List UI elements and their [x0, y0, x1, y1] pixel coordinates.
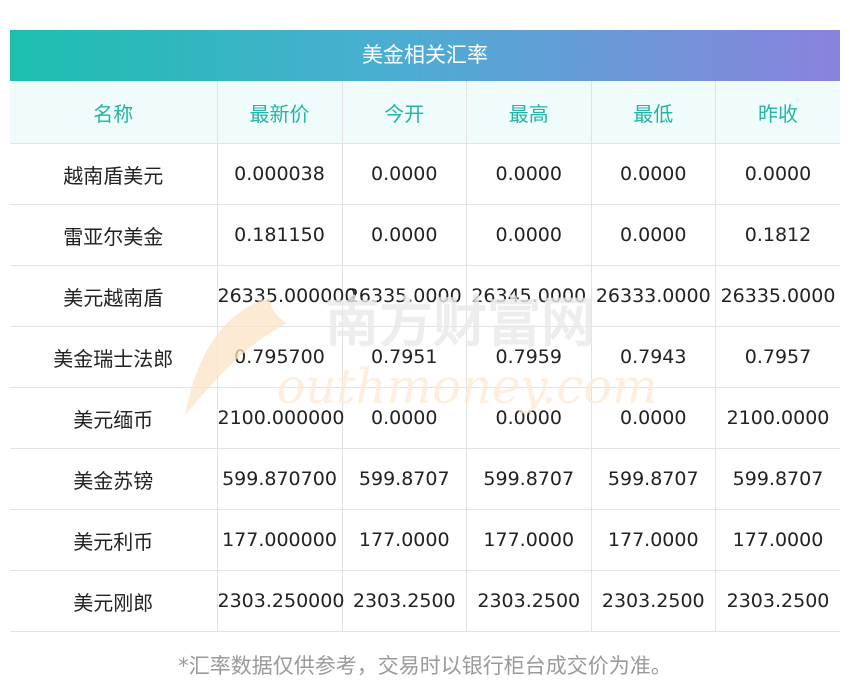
table-row: 美金苏镑 599.870700 599.8707 599.8707 599.87… [10, 448, 840, 510]
row-open-price: 0.0000 [342, 387, 467, 449]
exchange-rate-panel: 美金相关汇率 名称 最新价 今开 最高 最低 昨收 越南盾美元 0.000038… [10, 30, 840, 632]
row-prev-close: 0.7957 [715, 326, 840, 388]
row-latest-price: 0.795700 [217, 326, 343, 388]
column-header-open: 今开 [342, 81, 467, 144]
column-header-latest: 最新价 [217, 81, 343, 144]
row-high-price: 177.0000 [466, 509, 592, 571]
exchange-rate-table: 名称 最新价 今开 最高 最低 昨收 越南盾美元 0.000038 0.0000… [10, 81, 840, 632]
row-latest-price: 0.181150 [217, 204, 343, 266]
row-low-price: 2303.2500 [591, 570, 716, 632]
row-prev-close: 2303.2500 [715, 570, 840, 632]
row-latest-price: 177.000000 [217, 509, 343, 571]
row-low-price: 0.0000 [591, 387, 716, 449]
row-latest-price: 2303.250000 [217, 570, 344, 632]
row-prev-close: 0.1812 [715, 204, 840, 266]
row-prev-close: 0.0000 [715, 143, 840, 205]
row-low-price: 0.0000 [591, 143, 716, 205]
row-open-price: 0.7951 [342, 326, 467, 388]
row-prev-close: 2100.0000 [715, 387, 840, 449]
row-low-price: 0.0000 [591, 204, 716, 266]
panel-title: 美金相关汇率 [10, 30, 840, 81]
table-row: 雷亚尔美金 0.181150 0.0000 0.0000 0.0000 0.18… [10, 204, 840, 266]
row-high-price: 0.0000 [466, 387, 592, 449]
table-row: 越南盾美元 0.000038 0.0000 0.0000 0.0000 0.00… [10, 143, 840, 205]
row-low-price: 599.8707 [591, 448, 716, 510]
row-prev-close: 26335.0000 [715, 265, 840, 327]
row-prev-close: 599.8707 [715, 448, 840, 510]
row-open-price: 599.8707 [342, 448, 467, 510]
row-high-price: 2303.2500 [466, 570, 592, 632]
row-high-price: 0.0000 [466, 143, 592, 205]
row-open-price: 26335.0000 [342, 265, 467, 327]
row-open-price: 0.0000 [342, 204, 467, 266]
row-currency-name: 美元刚郎 [10, 570, 218, 632]
column-header-prev-close: 昨收 [715, 81, 840, 144]
table-row: 美元缅币 2100.000000 0.0000 0.0000 0.0000 21… [10, 387, 840, 449]
row-latest-price: 599.870700 [217, 448, 343, 510]
row-high-price: 26345.0000 [466, 265, 592, 327]
disclaimer-note: *汇率数据仅供参考，交易时以银行柜台成交价为准。 [178, 654, 672, 678]
row-currency-name: 雷亚尔美金 [10, 204, 218, 266]
table-row: 美元刚郎 2303.250000 2303.2500 2303.2500 230… [10, 570, 840, 632]
table-row: 美元利币 177.000000 177.0000 177.0000 177.00… [10, 509, 840, 571]
row-prev-close: 177.0000 [715, 509, 840, 571]
row-open-price: 2303.2500 [342, 570, 467, 632]
row-high-price: 599.8707 [466, 448, 592, 510]
row-currency-name: 美元越南盾 [10, 265, 218, 327]
row-latest-price: 26335.000000 [217, 265, 357, 327]
row-currency-name: 越南盾美元 [10, 143, 218, 205]
row-high-price: 0.7959 [466, 326, 592, 388]
row-currency-name: 美元缅币 [10, 387, 218, 449]
table-header-row: 名称 最新价 今开 最高 最低 昨收 [10, 81, 840, 144]
row-currency-name: 美金苏镑 [10, 448, 218, 510]
row-open-price: 0.0000 [342, 143, 467, 205]
row-low-price: 0.7943 [591, 326, 716, 388]
row-currency-name: 美元利币 [10, 509, 218, 571]
row-low-price: 26333.0000 [591, 265, 716, 327]
table-row: 美金瑞士法郎 0.795700 0.7951 0.7959 0.7943 0.7… [10, 326, 840, 388]
row-low-price: 177.0000 [591, 509, 716, 571]
row-open-price: 177.0000 [342, 509, 467, 571]
table-row: 美元越南盾 26335.000000 26335.0000 26345.0000… [10, 265, 840, 327]
column-header-high: 最高 [466, 81, 592, 144]
column-header-name: 名称 [10, 81, 218, 144]
row-latest-price: 2100.000000 [217, 387, 344, 449]
row-currency-name: 美金瑞士法郎 [10, 326, 218, 388]
row-high-price: 0.0000 [466, 204, 592, 266]
row-latest-price: 0.000038 [217, 143, 343, 205]
column-header-low: 最低 [591, 81, 716, 144]
